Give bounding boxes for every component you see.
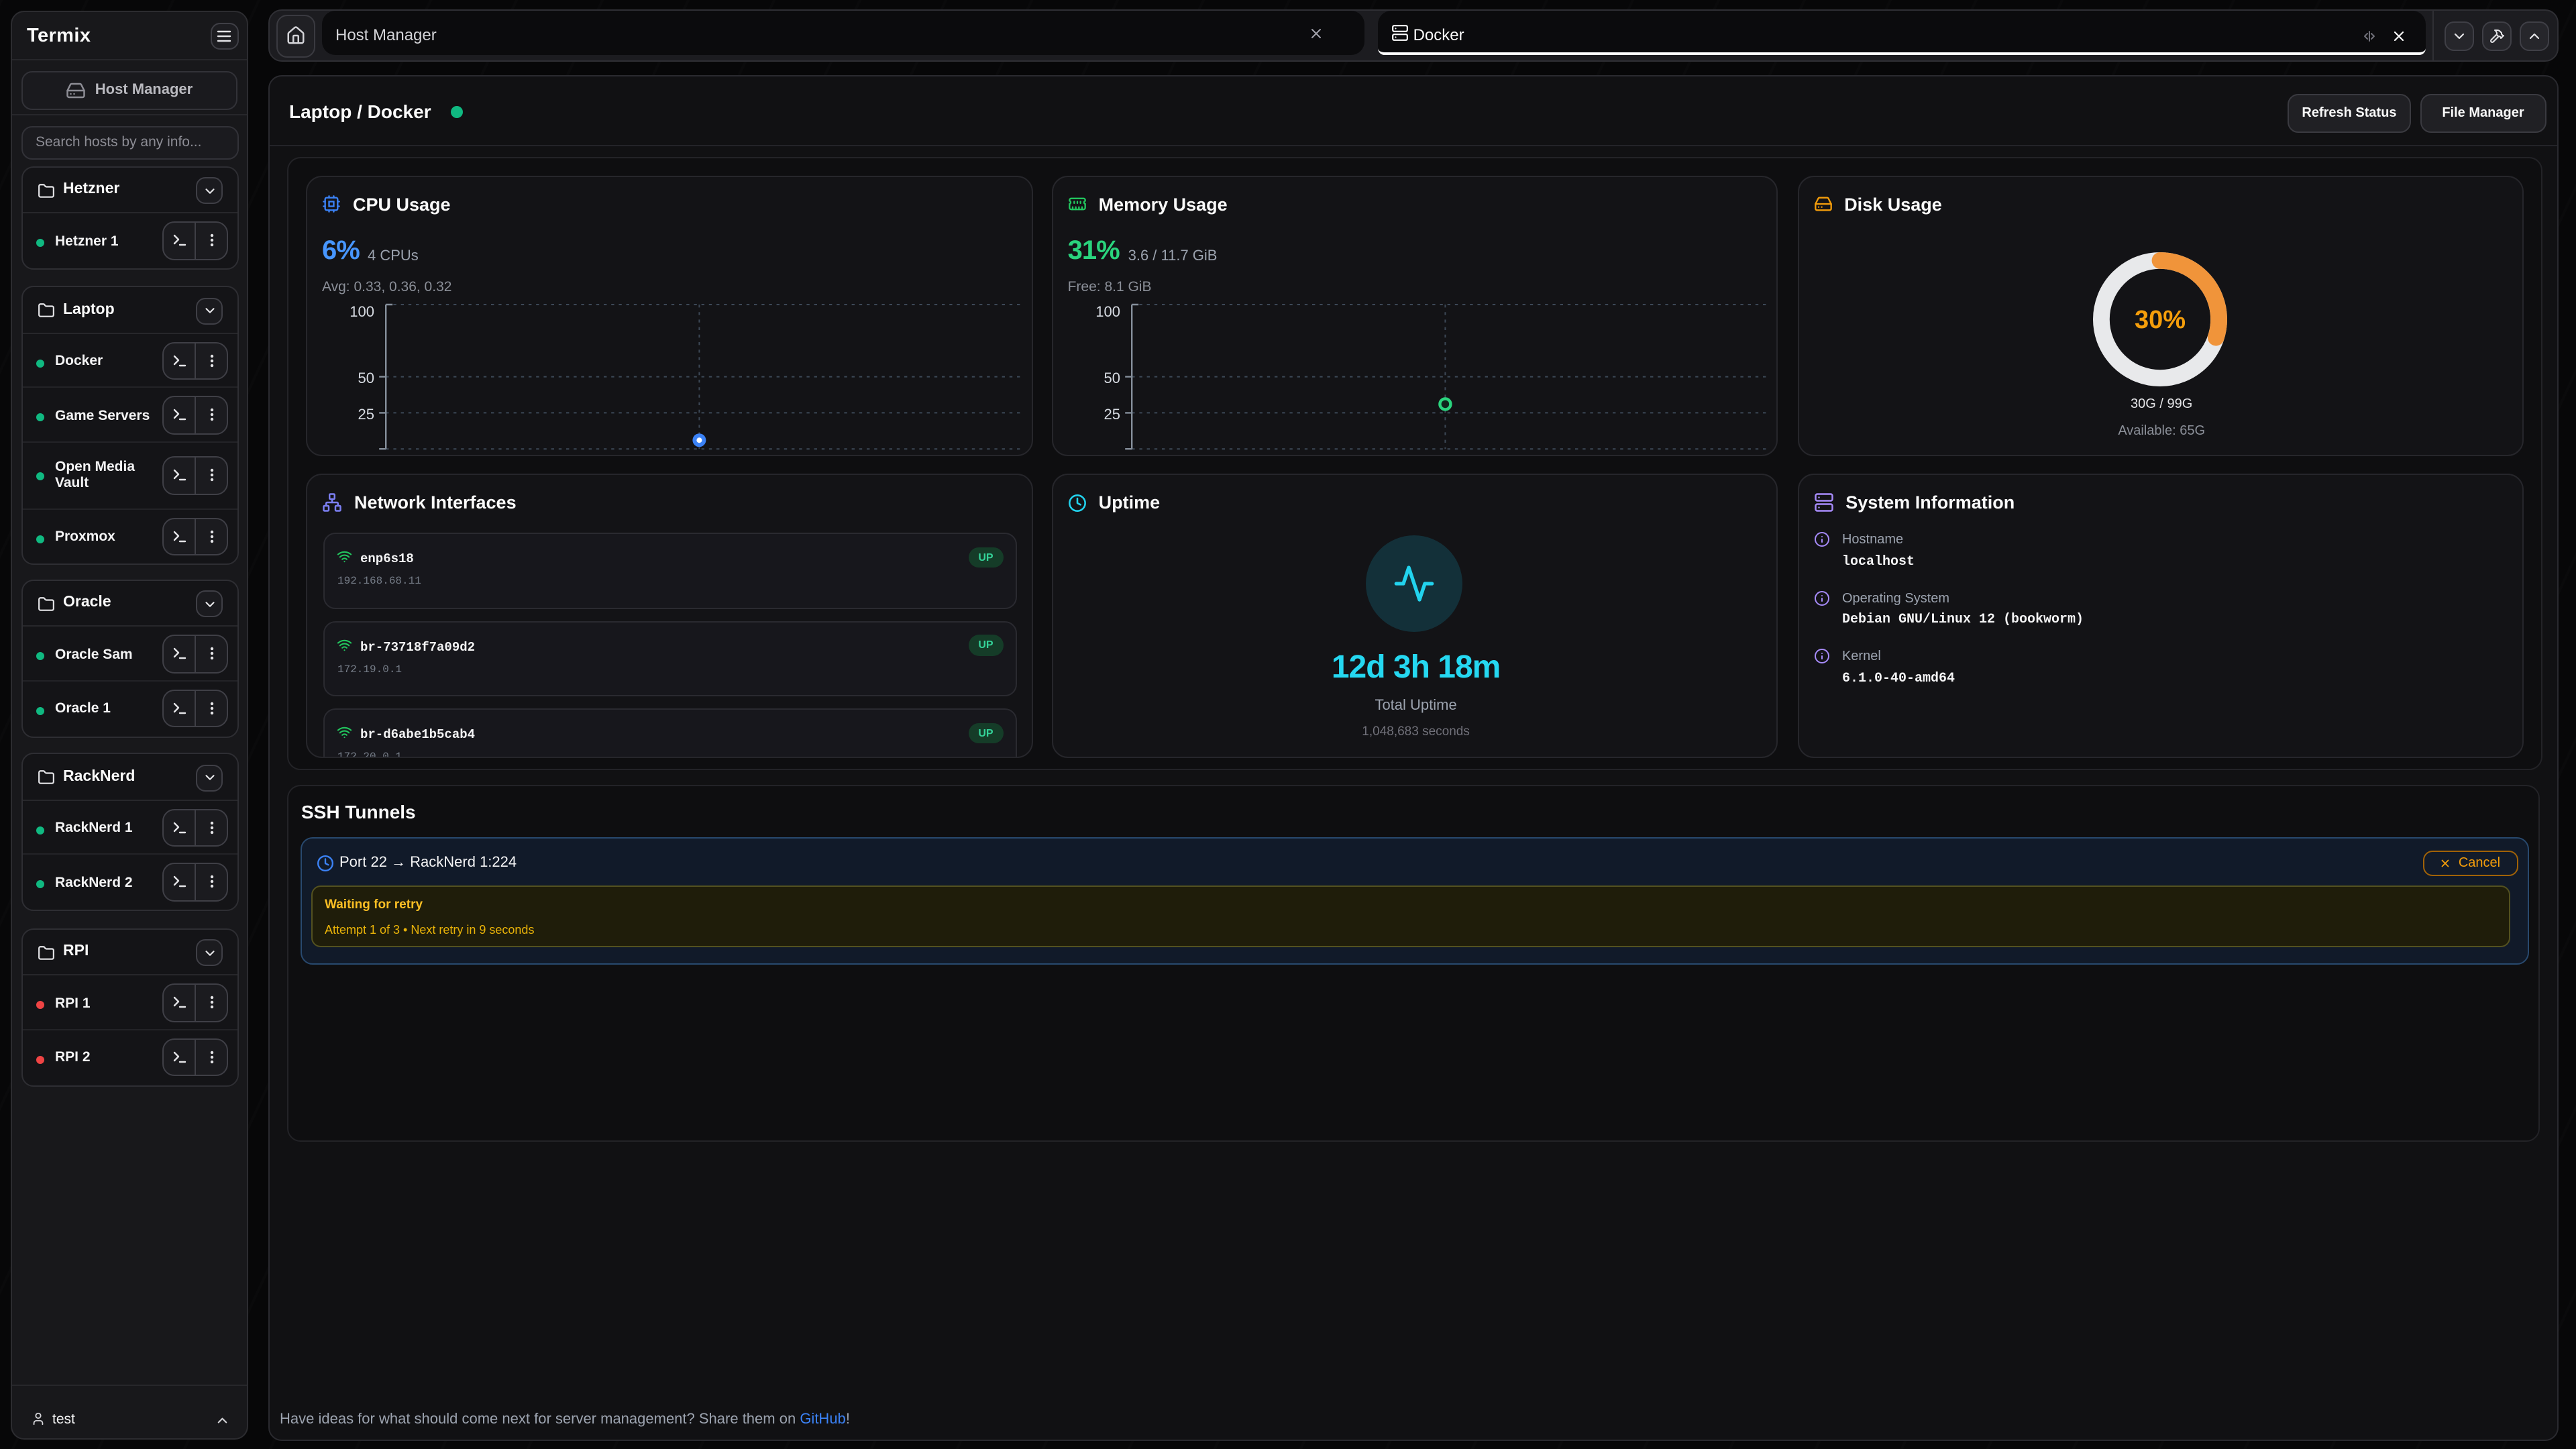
svg-text:30%: 30% (2135, 305, 2186, 333)
svg-text:25: 25 (1104, 405, 1120, 422)
svg-text:50: 50 (358, 369, 374, 386)
svg-text:50: 50 (1104, 369, 1120, 386)
svg-text:100: 100 (350, 303, 374, 319)
svg-text:100: 100 (1095, 303, 1120, 319)
svg-text:25: 25 (358, 405, 374, 422)
